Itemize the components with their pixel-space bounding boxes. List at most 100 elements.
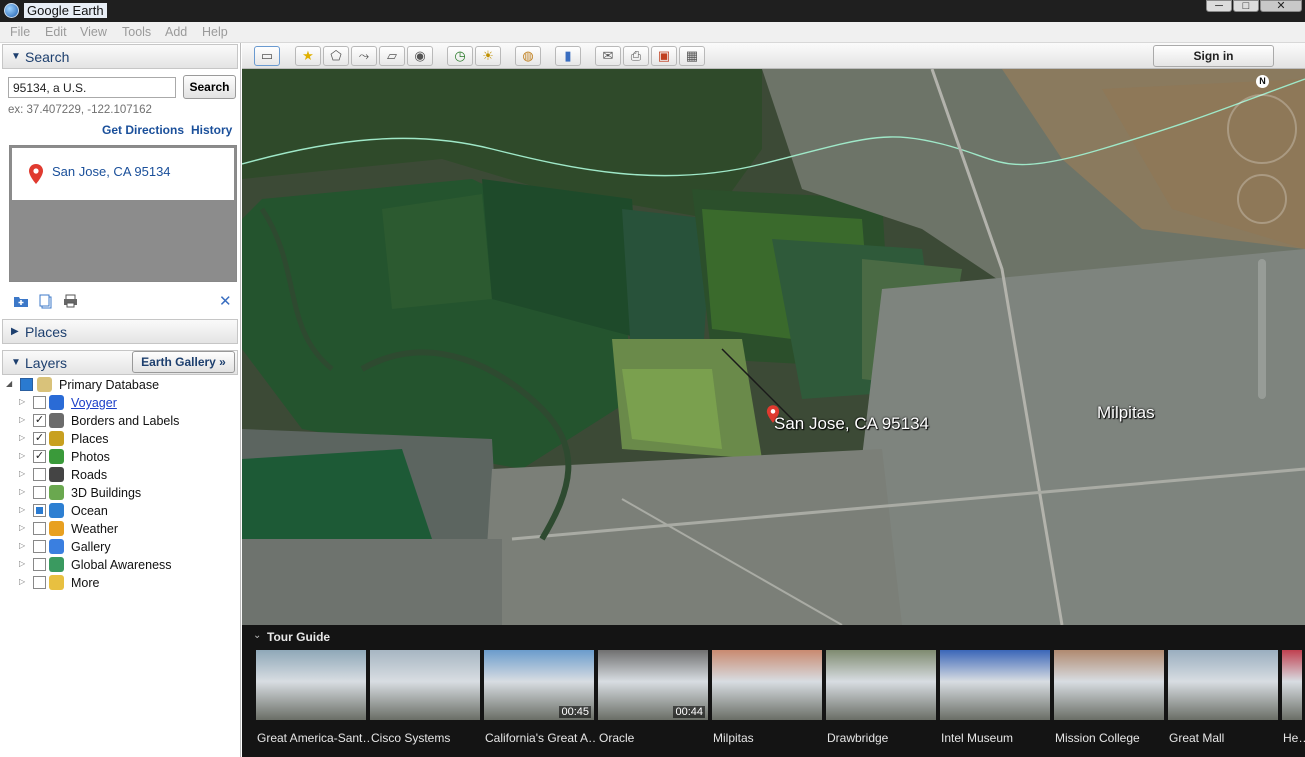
layer-checkbox[interactable]: ✓ — [33, 432, 46, 445]
print-icon[interactable]: ⎙ — [623, 46, 649, 66]
layer-row[interactable]: ▷ Roads — [0, 466, 240, 484]
layer-checkbox[interactable] — [33, 396, 46, 409]
photos-icon — [49, 449, 64, 464]
layer-row[interactable]: ▷ ✓ Places — [0, 430, 240, 448]
layer-checkbox[interactable]: ✓ — [33, 414, 46, 427]
polygon-icon[interactable]: ⬠ — [323, 46, 349, 66]
tour-label[interactable]: He… — [1283, 731, 1305, 745]
tour-label[interactable]: Intel Museum — [941, 731, 1053, 745]
email-icon[interactable]: ✉ — [595, 46, 621, 66]
tour-thumbnail[interactable] — [1168, 650, 1278, 720]
planets-icon[interactable]: ◍ — [515, 46, 541, 66]
print-icon[interactable] — [63, 294, 78, 311]
search-panel-header[interactable]: ▼ Search — [2, 44, 238, 69]
copy-icon[interactable] — [39, 294, 53, 312]
expand-triangle-icon[interactable]: ▷ — [19, 415, 25, 424]
layer-row[interactable]: ▷ Ocean — [0, 502, 240, 520]
historical-imagery-icon[interactable]: ◷ — [447, 46, 473, 66]
menu-edit[interactable]: Edit — [45, 25, 67, 39]
map-city-label: Milpitas — [1097, 403, 1155, 422]
layer-row[interactable]: ▷ More — [0, 574, 240, 592]
layer-checkbox[interactable] — [33, 576, 46, 589]
close-icon[interactable]: ✕ — [219, 292, 232, 310]
tour-label[interactable]: Cisco Systems — [371, 731, 483, 745]
layer-row[interactable]: ▷ Weather — [0, 520, 240, 538]
tour-label[interactable]: Mission College — [1055, 731, 1167, 745]
expand-triangle-icon[interactable]: ▷ — [19, 469, 25, 478]
path-icon[interactable]: ⤳ — [351, 46, 377, 66]
tour-thumbnail[interactable]: 00:45 — [484, 650, 594, 720]
maximize-button[interactable]: □ — [1233, 0, 1259, 12]
expand-triangle-icon[interactable]: ▷ — [19, 433, 25, 442]
expand-triangle-icon[interactable]: ▷ — [19, 397, 25, 406]
menu-tools[interactable]: Tools — [122, 25, 151, 39]
tour-thumbnail[interactable] — [256, 650, 366, 720]
expand-triangle-icon[interactable]: ▷ — [19, 559, 25, 568]
layer-checkbox[interactable] — [33, 468, 46, 481]
layer-row[interactable]: ▷ ✓ Photos — [0, 448, 240, 466]
layer-root-checkbox[interactable] — [20, 378, 33, 391]
tour-label[interactable]: Great America-Sant… — [257, 731, 369, 745]
expand-triangle-icon[interactable]: ▷ — [19, 541, 25, 550]
tour-thumbnail[interactable] — [940, 650, 1050, 720]
toolbar: ▭ ★ ⬠ ⤳ ▱ ◉ ◷ ☀ ◍ ▮ ✉ ⎙ ▣ ▦ — [242, 43, 1305, 69]
close-button[interactable]: ✕ — [1260, 0, 1302, 12]
gallery-icon — [49, 539, 64, 554]
history-link[interactable]: History — [191, 123, 232, 137]
layer-checkbox[interactable]: ✓ — [33, 450, 46, 463]
search-result-item[interactable]: San Jose, CA 95134 — [12, 148, 234, 200]
map-view[interactable]: N San Jose, CA 95134 Milpitas — [242, 69, 1305, 625]
expand-triangle-icon[interactable]: ▷ — [19, 487, 25, 496]
tour-thumbnail[interactable] — [826, 650, 936, 720]
tour-thumbnail[interactable] — [1054, 650, 1164, 720]
layer-checkbox[interactable] — [33, 540, 46, 553]
sidebar-toggle-icon[interactable]: ▭ — [254, 46, 280, 66]
record-tour-icon[interactable]: ◉ — [407, 46, 433, 66]
layer-row[interactable]: ▷ ✓ Borders and Labels — [0, 412, 240, 430]
minimize-button[interactable]: ─ — [1206, 0, 1232, 12]
layer-row[interactable]: ▷ Global Awareness — [0, 556, 240, 574]
tour-label[interactable]: Great Mall — [1169, 731, 1281, 745]
layer-checkbox[interactable] — [33, 486, 46, 499]
image-overlay-icon[interactable]: ▱ — [379, 46, 405, 66]
expand-triangle-icon[interactable]: ▷ — [19, 523, 25, 532]
search-input[interactable] — [8, 77, 176, 98]
places-panel-header[interactable]: ▶ Places — [2, 319, 238, 344]
layer-root-row[interactable]: ◢ Primary Database — [0, 376, 240, 394]
get-directions-link[interactable]: Get Directions — [102, 123, 184, 137]
tour-thumbnail[interactable] — [370, 650, 480, 720]
layer-row[interactable]: ▷ 3D Buildings — [0, 484, 240, 502]
expand-triangle-icon[interactable]: ▷ — [19, 451, 25, 460]
earth-gallery-button[interactable]: Earth Gallery » — [132, 351, 235, 373]
search-button[interactable]: Search — [183, 75, 236, 99]
layer-checkbox[interactable] — [33, 504, 46, 517]
sunlight-icon[interactable]: ☀ — [475, 46, 501, 66]
expand-triangle-icon[interactable]: ▷ — [19, 577, 25, 586]
layer-row[interactable]: ▷ Voyager — [0, 394, 240, 412]
menu-help[interactable]: Help — [202, 25, 228, 39]
ruler-icon[interactable]: ▮ — [555, 46, 581, 66]
expand-triangle-icon[interactable]: ▷ — [19, 505, 25, 514]
layer-label: Places — [71, 432, 109, 446]
sign-in-button[interactable]: Sign in — [1153, 45, 1274, 67]
menu-view[interactable]: View — [80, 25, 107, 39]
add-folder-icon[interactable] — [13, 294, 29, 311]
tour-label[interactable]: Drawbridge — [827, 731, 939, 745]
layer-checkbox[interactable] — [33, 522, 46, 535]
tour-thumbnail[interactable] — [712, 650, 822, 720]
tour-label[interactable]: Oracle — [599, 731, 711, 745]
tour-thumbnail[interactable] — [1282, 650, 1302, 720]
tour-label[interactable]: California's Great A… — [485, 731, 597, 745]
tour-thumbnail[interactable]: 00:44 — [598, 650, 708, 720]
tour-label[interactable]: Milpitas — [713, 731, 825, 745]
menu-file[interactable]: File — [10, 25, 30, 39]
compass-north-indicator[interactable]: N — [1256, 75, 1269, 88]
globe-icon — [49, 557, 64, 572]
placemark-icon[interactable]: ★ — [295, 46, 321, 66]
layer-checkbox[interactable] — [33, 558, 46, 571]
view-in-maps-icon[interactable]: ▦ — [679, 46, 705, 66]
menu-add[interactable]: Add — [165, 25, 187, 39]
save-image-icon[interactable]: ▣ — [651, 46, 677, 66]
layer-row[interactable]: ▷ Gallery — [0, 538, 240, 556]
collapse-chevron-icon[interactable]: ⌄ — [253, 630, 261, 641]
